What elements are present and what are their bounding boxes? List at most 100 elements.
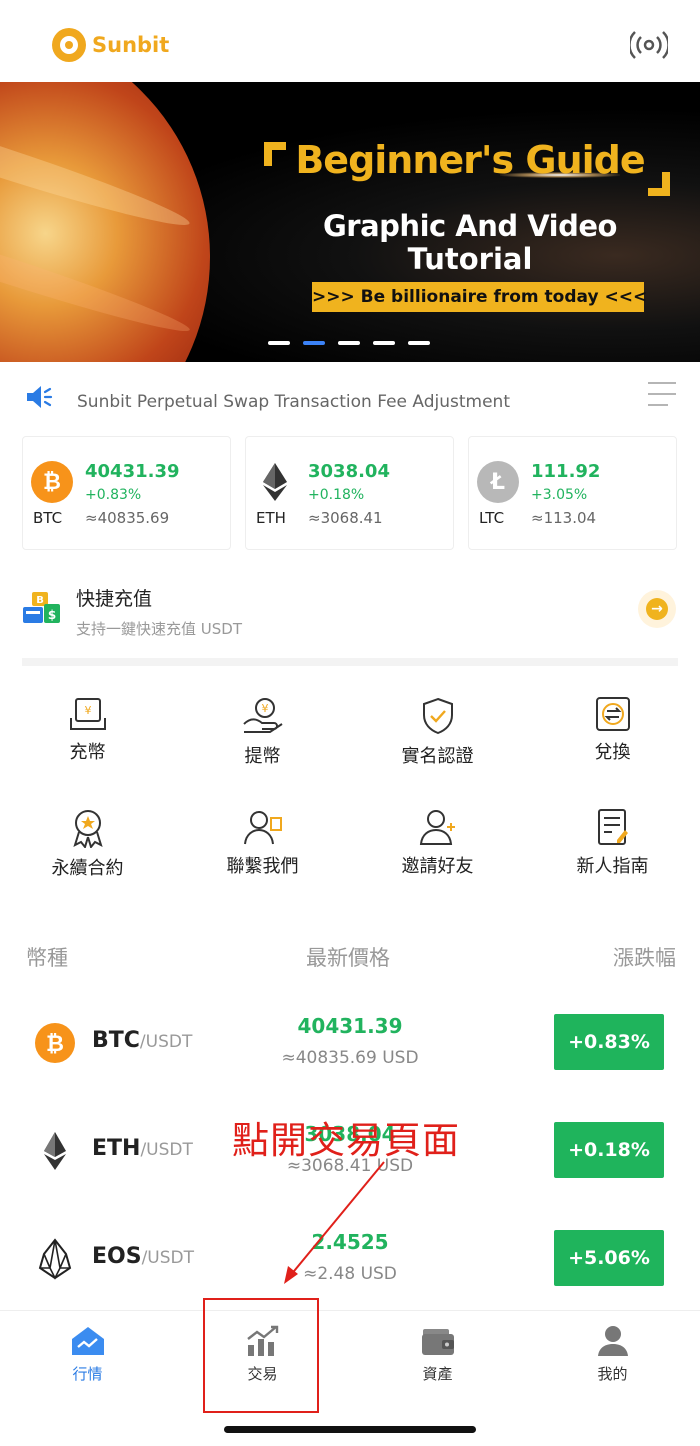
header-coin: 幣種 — [26, 946, 68, 970]
ticker-price: 3038.04 — [308, 461, 390, 482]
ticker-symbol: ETH — [256, 509, 286, 527]
guide-icon — [597, 809, 628, 845]
invite-icon — [419, 810, 455, 845]
quick-charge-description: 支持一鍵快速充值 USDT — [76, 620, 242, 638]
svg-text:$: $ — [48, 608, 56, 622]
pair-quote: /USDT — [140, 1140, 193, 1160]
ticker-approx: ≈113.04 — [531, 509, 597, 527]
change-badge[interactable]: +5.06% — [554, 1230, 664, 1286]
action-label: 邀請好友 — [401, 856, 474, 877]
arrow-right-icon[interactable]: → — [638, 590, 676, 628]
annotation-callout: 點開交易頁面 — [232, 1119, 460, 1162]
announcement-bar[interactable]: Sunbit Perpetual Swap Transaction Fee Ad… — [0, 362, 700, 434]
quick-charge-icon: B $ — [23, 592, 60, 623]
pair-quote: /USDT — [141, 1248, 195, 1268]
bracket-left — [264, 142, 286, 166]
announcement-list-icon[interactable] — [648, 382, 676, 408]
pair-base: BTC — [92, 1028, 140, 1053]
trading-pair: ETH/USDT — [92, 1136, 193, 1161]
svg-text:₿: ₿ — [46, 1032, 64, 1057]
header-change[interactable]: 漲跌幅 — [613, 942, 676, 972]
ticker-price: 111.92 — [531, 461, 601, 482]
banner-subtitle-line2: Tutorial — [407, 242, 533, 276]
ticker-approx: ≈3068.41 — [308, 509, 383, 527]
ticker-price: 40431.39 — [85, 461, 180, 482]
carousel-dots[interactable] — [268, 341, 430, 345]
fiat-price: ≈2.48 USD — [303, 1264, 397, 1284]
market-row-btc[interactable]: ₿ BTC/USDT 40431.39 ≈40835.69 USD +0.83% — [0, 1006, 700, 1106]
action-invite[interactable]: 邀請好友 — [350, 808, 525, 878]
litecoin-icon: Ł — [477, 461, 519, 503]
tab-label: 我的 — [597, 1365, 628, 1383]
award-icon — [72, 810, 103, 848]
svg-text:B: B — [36, 595, 44, 606]
ticker-change: +0.83% — [85, 487, 142, 503]
withdraw-icon: ¥ — [242, 698, 283, 733]
action-verify[interactable]: 實名認證 — [350, 696, 525, 768]
carousel-dot-active[interactable] — [303, 341, 325, 345]
tab-profile[interactable]: 我的 — [525, 1325, 700, 1384]
profile-icon — [597, 1326, 628, 1356]
trading-pair: BTC/USDT — [92, 1028, 192, 1053]
ethereum-icon — [263, 463, 287, 501]
ticker-card-ltc[interactable]: Ł LTC 111.92 +3.05% ≈113.04 — [468, 436, 677, 550]
logo-text: Sunbit — [92, 33, 170, 57]
broadcast-icon[interactable] — [630, 30, 668, 60]
action-label: 兌換 — [594, 742, 631, 763]
latest-price: 40431.39 — [297, 1014, 403, 1038]
action-label: 聯繫我們 — [226, 856, 299, 877]
quick-charge-row[interactable]: B $ 快捷充值 支持一鍵快速充值 USDT → — [0, 570, 700, 660]
contact-icon — [243, 811, 282, 845]
annotation-highlight-box — [203, 1298, 319, 1413]
carousel-dot[interactable] — [408, 341, 430, 345]
app-header: Sunbit — [0, 0, 700, 82]
trading-pair: EOS/USDT — [92, 1244, 194, 1269]
exchange-icon — [595, 697, 630, 731]
ticker-approx: ≈40835.69 — [85, 509, 170, 527]
latest-price: 2.4525 — [311, 1230, 389, 1254]
action-perpetual[interactable]: 永續合約 — [0, 808, 175, 880]
ticker-symbol: BTC — [33, 509, 63, 527]
change-badge[interactable]: +0.18% — [554, 1122, 664, 1178]
market-row-eos[interactable]: EOS/USDT 2.4525 ≈2.48 USD +5.06% — [0, 1222, 700, 1322]
banner-tagline: >>> Be billionaire from today <<< — [312, 282, 647, 312]
logo-mark-icon — [52, 28, 86, 62]
ticker-change: +3.05% — [531, 487, 588, 503]
action-label: 永續合約 — [51, 858, 124, 879]
carousel-dot[interactable] — [373, 341, 395, 345]
tab-market[interactable]: 行情 — [0, 1325, 175, 1384]
verify-shield-icon — [422, 697, 453, 735]
action-deposit[interactable]: ¥ 充幣 — [0, 696, 175, 764]
svg-text:¥: ¥ — [84, 704, 91, 717]
home-indicator[interactable] — [224, 1426, 476, 1433]
announcement-text[interactable]: Sunbit Perpetual Swap Transaction Fee Ad… — [77, 392, 510, 412]
pair-base: EOS — [92, 1244, 142, 1269]
market-list-header: 幣種 最新價格 漲跌幅 — [26, 942, 676, 976]
market-home-icon — [71, 1327, 104, 1355]
banner-title: Beginner's Guide — [295, 138, 645, 182]
action-label: 充幣 — [69, 742, 106, 763]
eos-icon — [38, 1238, 72, 1280]
svg-text:¥: ¥ — [261, 702, 268, 715]
tab-assets[interactable]: 資產 — [350, 1325, 525, 1384]
ticker-card-btc[interactable]: ₿ BTC 40431.39 +0.83% ≈40835.69 — [22, 436, 231, 550]
action-label: 提幣 — [244, 746, 281, 767]
change-badge[interactable]: +0.83% — [554, 1014, 664, 1070]
carousel-dot[interactable] — [268, 341, 290, 345]
action-withdraw[interactable]: ¥ 提幣 — [175, 696, 350, 768]
action-contact[interactable]: 聯繫我們 — [175, 808, 350, 878]
action-guide[interactable]: 新人指南 — [525, 808, 700, 878]
carousel-dot[interactable] — [338, 341, 360, 345]
ethereum-icon — [44, 1132, 66, 1170]
ticker-change: +0.18% — [308, 487, 365, 503]
header-price[interactable]: 最新價格 — [306, 942, 390, 972]
deposit-icon: ¥ — [69, 698, 106, 730]
tab-label: 資產 — [422, 1365, 453, 1383]
wallet-icon — [421, 1329, 454, 1355]
ticker-cards: ₿ BTC 40431.39 +0.83% ≈40835.69 ETH 3038… — [22, 436, 678, 550]
tab-label: 行情 — [72, 1365, 103, 1383]
ticker-symbol: LTC — [479, 509, 505, 527]
action-exchange[interactable]: 兌換 — [525, 696, 700, 764]
bitcoin-icon: ₿ — [35, 1023, 75, 1063]
ticker-card-eth[interactable]: ETH 3038.04 +0.18% ≈3068.41 — [245, 436, 454, 550]
